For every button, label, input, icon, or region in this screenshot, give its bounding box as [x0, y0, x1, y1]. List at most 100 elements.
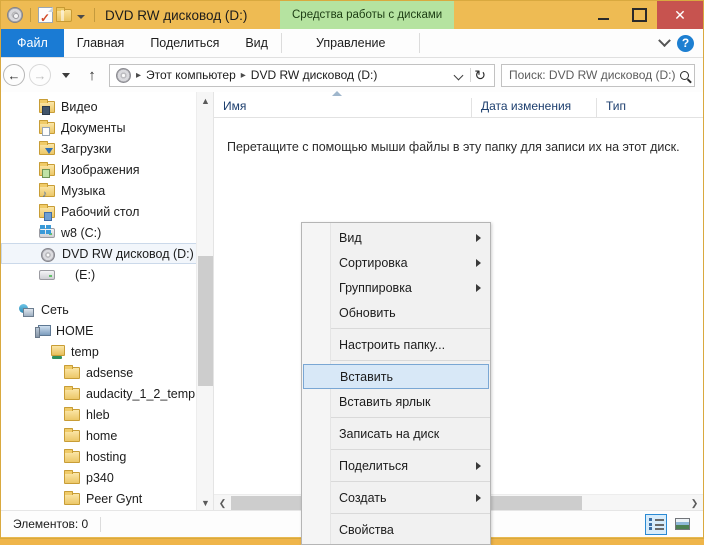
sidebar-item-w8-c[interactable]: w8 (C:) — [1, 222, 213, 243]
menu-item-share[interactable]: Поделиться — [302, 453, 490, 478]
cd-icon[interactable] — [7, 7, 23, 23]
breadcrumb-separator: ▸ — [240, 69, 246, 81]
tab-view[interactable]: Вид — [232, 29, 281, 57]
submenu-arrow-icon — [476, 258, 481, 267]
scroll-right-icon[interactable]: ❯ — [686, 495, 703, 512]
folder-downloads-icon — [39, 140, 56, 157]
scroll-left-icon[interactable]: ❮ — [214, 495, 231, 512]
sidebar-item-temp[interactable]: temp — [1, 341, 213, 362]
tab-divider — [419, 33, 421, 53]
menu-item-customize-folder[interactable]: Настроить папку... — [302, 332, 490, 357]
search-box[interactable] — [501, 63, 695, 87]
sidebar-item-label: adsense — [86, 365, 134, 380]
tree-network-group: Сеть HOME temp adsense audacity_1_2_temp — [1, 299, 213, 509]
refresh-icon[interactable]: ↻ — [470, 68, 491, 82]
column-header-type[interactable]: Тип — [596, 98, 676, 117]
sidebar-item-label: Peer Gynt — [86, 491, 143, 506]
sidebar-item-p340[interactable]: p340 — [1, 467, 213, 488]
submenu-arrow-icon — [476, 283, 481, 292]
sidebar-item-label: w8 (C:) — [61, 225, 102, 240]
menu-separator — [331, 513, 490, 514]
sidebar-item-hosting[interactable]: hosting — [1, 446, 213, 467]
up-button[interactable]: ↑ — [79, 62, 105, 88]
forward-button[interactable]: → — [27, 62, 53, 88]
recent-locations-button[interactable] — [53, 62, 79, 88]
menu-item-properties[interactable]: Свойства — [302, 517, 490, 542]
sidebar-item-label: (E:) — [75, 267, 96, 282]
close-button[interactable]: ✕ — [657, 1, 703, 29]
folder-icon — [64, 448, 81, 465]
folder-music-icon: ♪ — [39, 182, 56, 199]
sidebar-item-desktop[interactable]: Рабочий стол — [1, 201, 213, 222]
column-header-name[interactable]: Имя — [214, 91, 471, 117]
sidebar-item-drive-e[interactable]: (E:) — [1, 264, 213, 285]
menu-item-group[interactable]: Группировка — [302, 275, 490, 300]
chevron-down-icon[interactable] — [453, 70, 464, 80]
computer-icon — [34, 323, 51, 339]
navigation-pane-scrollbar[interactable]: ▲ ▼ — [196, 92, 213, 511]
sidebar-item-network[interactable]: Сеть — [1, 299, 213, 320]
menu-item-refresh[interactable]: Обновить — [302, 300, 490, 325]
sidebar-item-label: hosting — [86, 449, 127, 464]
folder-icon — [64, 490, 81, 507]
scrollbar-thumb[interactable] — [198, 256, 213, 386]
menu-item-sort[interactable]: Сортировка — [302, 250, 490, 275]
tree-libraries-group: Видео Документы Загрузки Изображения ♪ М… — [1, 92, 213, 285]
sidebar-item-adsense[interactable]: adsense — [1, 362, 213, 383]
menu-separator — [331, 449, 490, 450]
toolbar-divider — [94, 8, 95, 22]
menu-item-new[interactable]: Создать — [302, 485, 490, 510]
tab-share[interactable]: Поделиться — [137, 29, 232, 57]
large-icons-view-button[interactable] — [671, 514, 693, 535]
sidebar-item-hleb[interactable]: hleb — [1, 404, 213, 425]
menu-separator — [331, 481, 490, 482]
tab-home[interactable]: Главная — [64, 29, 138, 57]
sidebar-item-label: Музыка — [61, 183, 106, 198]
menu-item-paste[interactable]: Вставить — [303, 364, 489, 389]
menu-item-burn-to-disc[interactable]: Записать на диск — [302, 421, 490, 446]
empty-folder-message: Перетащите с помощью мыши файлы в эту па… — [227, 140, 680, 154]
help-icon[interactable]: ? — [677, 34, 694, 52]
column-header-label: Имя — [223, 99, 247, 113]
column-header-date-modified[interactable]: Дата изменения — [471, 98, 596, 117]
scroll-down-icon[interactable]: ▼ — [197, 494, 213, 511]
breadcrumb-dvd-drive[interactable]: DVD RW дисковод (D:) — [248, 68, 381, 82]
sidebar-item-peer-gynt[interactable]: Peer Gynt — [1, 488, 213, 509]
menu-item-paste-shortcut[interactable]: Вставить ярлык — [302, 389, 490, 414]
breadcrumb-this-pc[interactable]: Этот компьютер — [143, 68, 239, 82]
new-folder-icon[interactable] — [56, 6, 72, 22]
sidebar-item-documents[interactable]: Документы — [1, 117, 213, 138]
minimize-button[interactable] — [585, 1, 621, 29]
sidebar-item-home-folder[interactable]: home — [1, 425, 213, 446]
large-icons-view-icon — [674, 518, 690, 530]
search-input[interactable] — [507, 67, 677, 83]
details-view-button[interactable] — [645, 513, 667, 535]
tab-manage[interactable]: Управление — [282, 29, 420, 57]
scroll-up-icon[interactable]: ▲ — [197, 92, 213, 109]
context-menu[interactable]: Вид Сортировка Группировка Обновить Наст… — [301, 222, 491, 545]
sidebar-item-downloads[interactable]: Загрузки — [1, 138, 213, 159]
chevron-down-icon[interactable] — [77, 14, 85, 19]
sidebar-item-label: Рабочий стол — [61, 204, 140, 219]
sidebar-item-video[interactable]: Видео — [1, 96, 213, 117]
network-icon — [19, 302, 36, 318]
sidebar-item-pictures[interactable]: Изображения — [1, 159, 213, 180]
menu-item-view[interactable]: Вид — [302, 225, 490, 250]
chevron-down-icon[interactable] — [658, 33, 671, 47]
chevron-down-icon — [62, 72, 70, 78]
sidebar-item-dvd-rw-drive[interactable]: DVD RW дисковод (D:) — [1, 243, 209, 264]
maximize-button[interactable] — [621, 1, 657, 29]
back-button[interactable]: ← — [1, 62, 27, 88]
menu-item-label: Сортировка — [339, 255, 408, 270]
sidebar-item-music[interactable]: ♪ Музыка — [1, 180, 213, 201]
search-icon[interactable] — [680, 70, 689, 80]
sidebar-item-home[interactable]: HOME — [1, 320, 213, 341]
properties-icon[interactable] — [38, 7, 53, 24]
cd-icon — [116, 67, 131, 83]
sidebar-item-label: Изображения — [61, 162, 140, 177]
ribbon-tab-bar: Файл Главная Поделиться Вид Управление ? — [1, 29, 703, 58]
folder-icon — [64, 427, 81, 444]
sidebar-item-audacity[interactable]: audacity_1_2_temp — [1, 383, 213, 404]
tab-file[interactable]: Файл — [1, 29, 64, 57]
address-bar[interactable]: ▸ Этот компьютер ▸ DVD RW дисковод (D:) … — [109, 63, 495, 87]
